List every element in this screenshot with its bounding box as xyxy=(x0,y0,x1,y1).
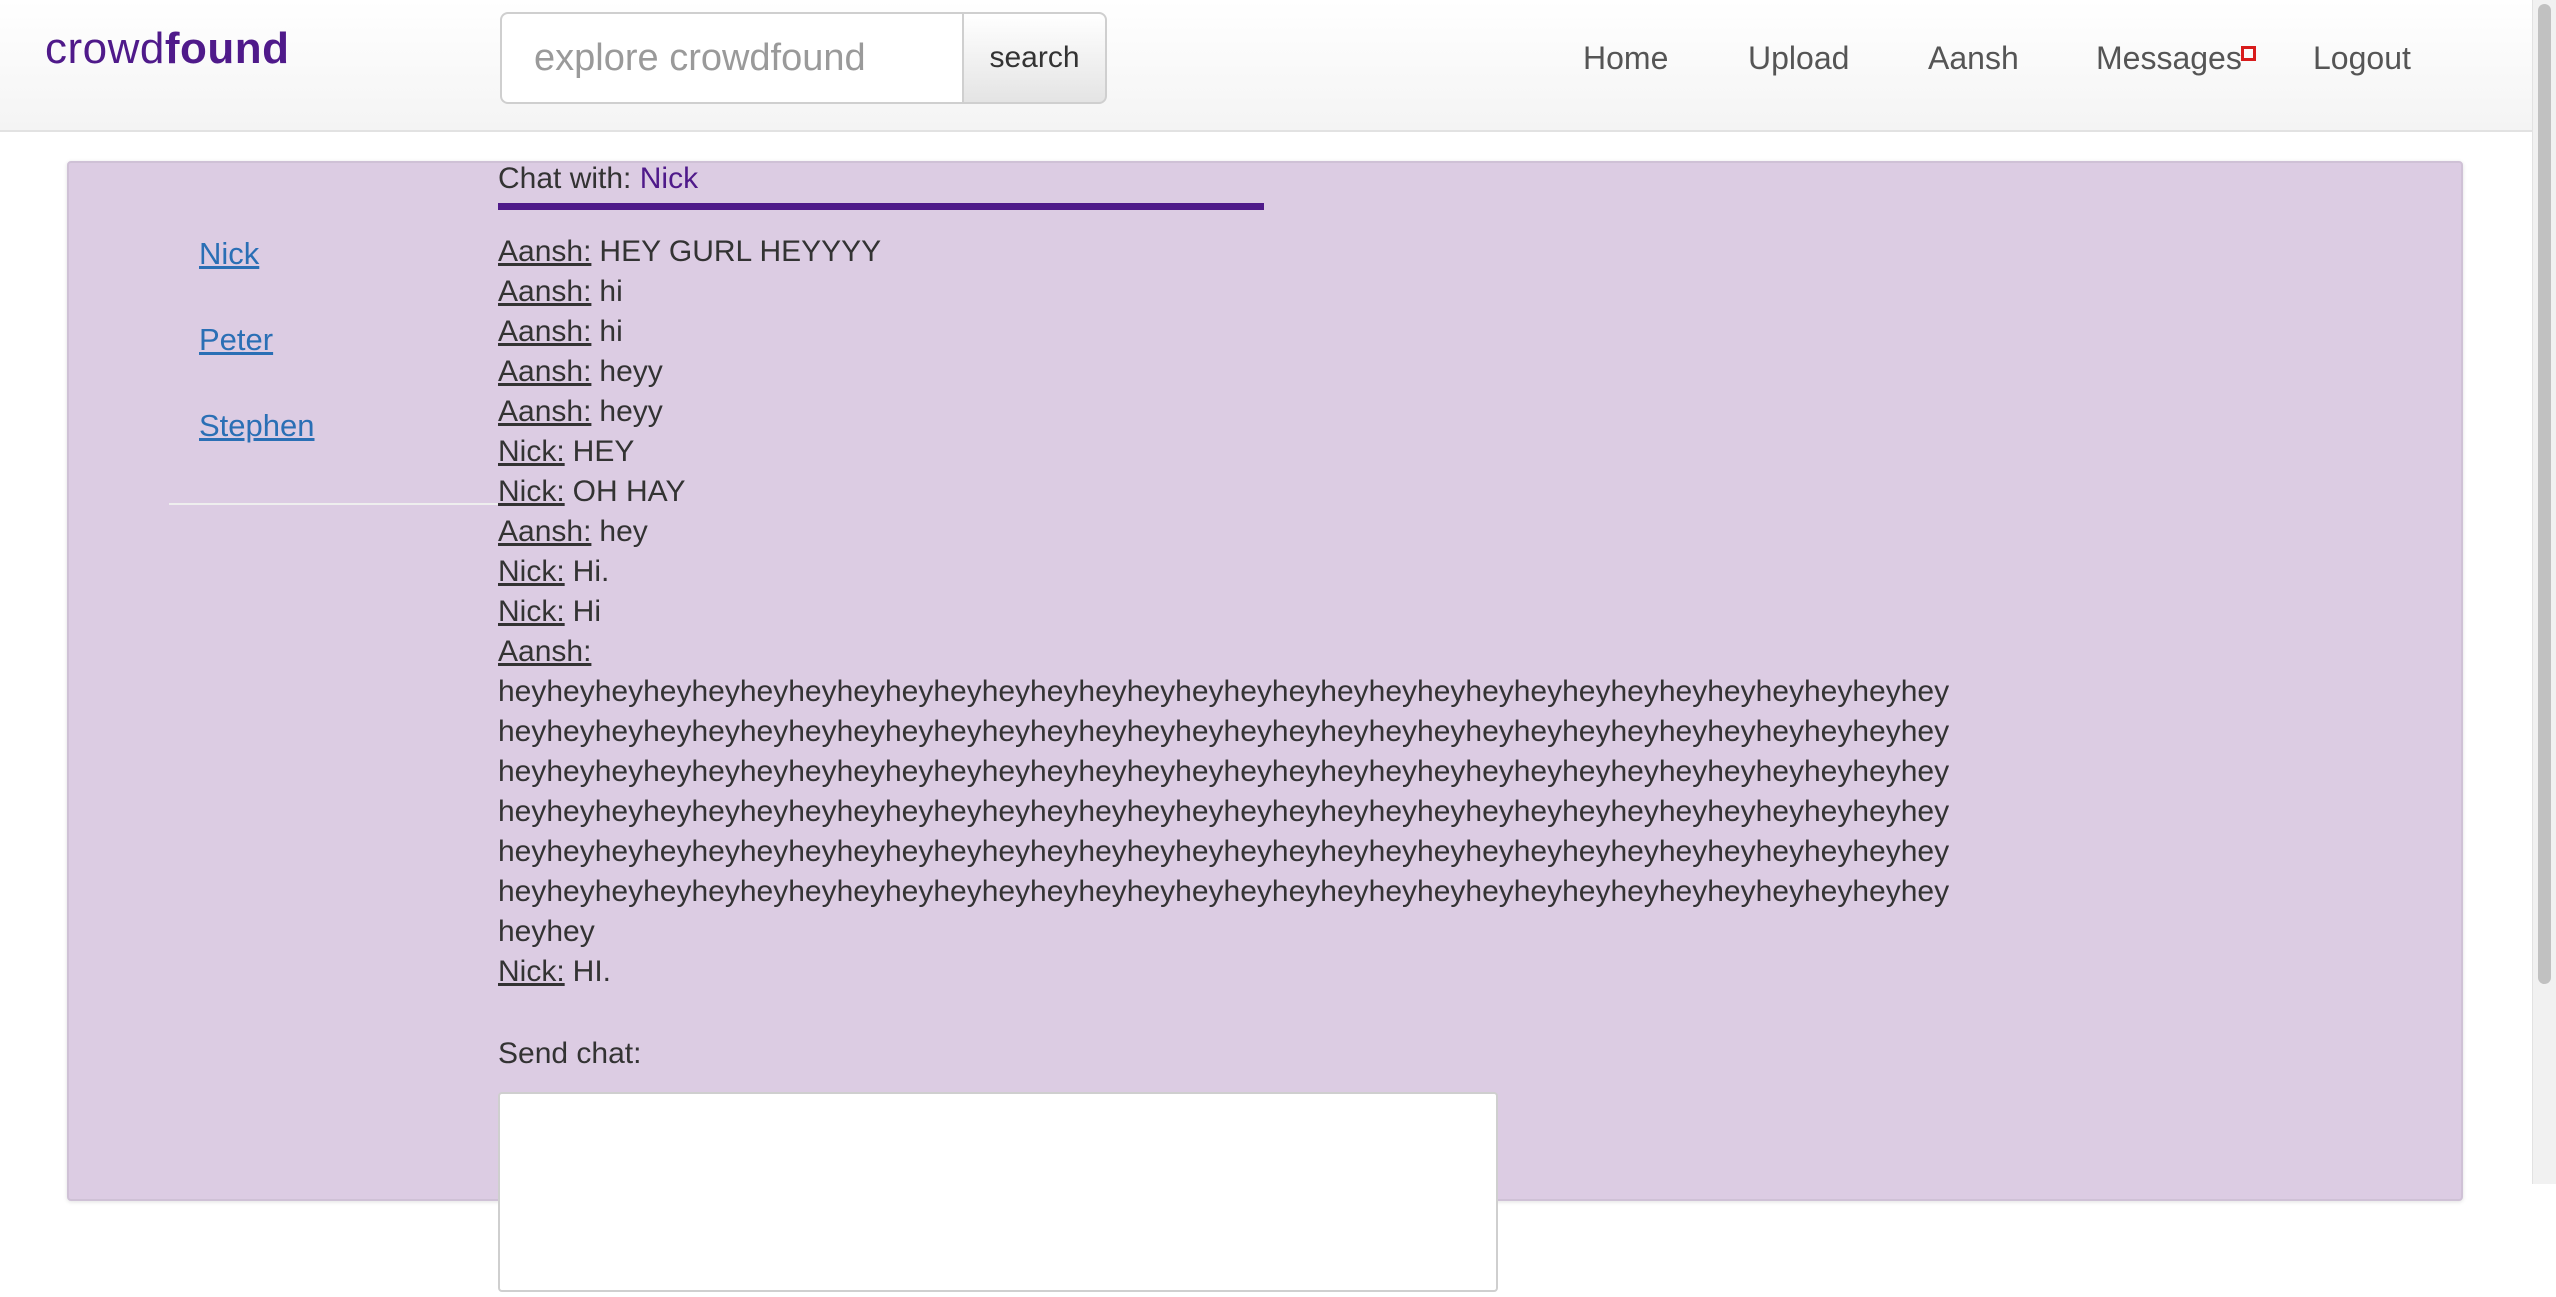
message-text: Hi. xyxy=(572,555,610,588)
notification-square-icon xyxy=(2241,46,2256,61)
message-sender: Aansh: xyxy=(498,635,592,668)
nav-logout-link[interactable]: Logout xyxy=(2313,40,2411,77)
send-chat-input[interactable] xyxy=(498,1092,1498,1292)
message-sender: Nick: xyxy=(498,435,565,468)
message-text: Hi xyxy=(572,595,602,628)
message-text: heyy xyxy=(599,355,663,388)
message-sender: Aansh: xyxy=(498,235,592,268)
send-chat-label: Send chat: xyxy=(498,1037,642,1070)
message-text: HEY GURL HEYYYY xyxy=(599,235,882,268)
message-sender: Aansh: xyxy=(498,515,592,548)
chat-message: Nick: Hi xyxy=(498,592,1963,632)
nav-user-link[interactable]: Aansh xyxy=(1928,40,2019,77)
chat-messages: Aansh: HEY GURL HEYYYY Aansh: hi Aansh: hi … xyxy=(498,232,1998,992)
message-sender: Aansh: xyxy=(498,275,592,308)
chat-partner-name: Nick xyxy=(639,162,699,195)
message-sender: Aansh: xyxy=(498,395,592,428)
chat-area: Chat with: Nick Aansh: HEY GURL HEYYYY Aa… xyxy=(498,160,1998,1297)
message-sender: Aansh: xyxy=(498,315,592,348)
nav-messages-link[interactable]: Messages xyxy=(2096,40,2242,77)
chat-message: Nick: OH HAY xyxy=(498,472,1963,512)
chat-message: Aansh: heyy xyxy=(498,352,1963,392)
message-text: heyy xyxy=(599,395,663,428)
chat-message: Aansh: heyheyheyheyheyheyheyheyheyheyheyh… xyxy=(498,632,1963,952)
top-navbar: crowdfound search Home Upload Aansh Mess… xyxy=(0,0,2532,132)
chat-message: Aansh: heyy xyxy=(498,392,1963,432)
chat-message: Aansh: HEY GURL HEYYYY xyxy=(498,232,1963,272)
chat-title-underline xyxy=(498,203,1264,210)
chat-message: Nick: HEY xyxy=(498,432,1963,472)
scrollbar-thumb[interactable] xyxy=(2538,4,2551,984)
message-text: OH HAY xyxy=(572,475,686,508)
chat-message: Nick: Hi. xyxy=(498,552,1963,592)
main-nav: Home Upload Aansh Messages Logout xyxy=(0,40,2532,90)
message-text: hi xyxy=(599,275,623,308)
message-sender: Nick: xyxy=(498,955,565,988)
nav-upload-link[interactable]: Upload xyxy=(1748,40,1849,77)
message-sender: Nick: xyxy=(498,555,565,588)
nav-home-link[interactable]: Home xyxy=(1583,40,1668,77)
chat-title: Chat with: Nick xyxy=(498,162,699,195)
chat-message: Aansh: hi xyxy=(498,312,1963,352)
message-sender: Nick: xyxy=(498,595,565,628)
chat-message: Aansh: hey xyxy=(498,512,1963,552)
message-text: hey xyxy=(599,515,648,548)
message-text: hi xyxy=(599,315,623,348)
message-text: heyheyheyheyheyheyheyheyheyheyheyheyheyh… xyxy=(498,675,1950,948)
chat-message: Aansh: hi xyxy=(498,272,1963,312)
chat-message: Nick: HI. xyxy=(498,952,1963,992)
message-sender: Aansh: xyxy=(498,355,592,388)
message-sender: Nick: xyxy=(498,475,565,508)
message-text: HI. xyxy=(572,955,612,988)
message-text: HEY xyxy=(572,435,635,468)
